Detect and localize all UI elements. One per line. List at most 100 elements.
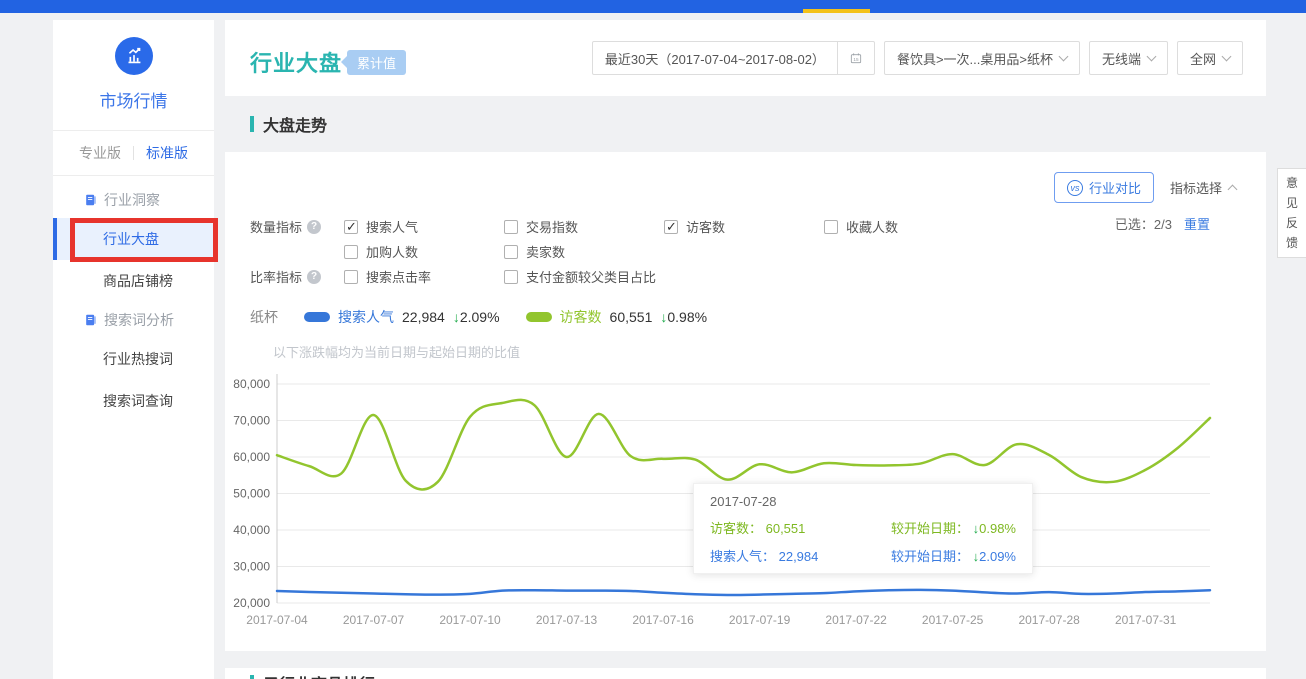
x-axis-tick-label: 2017-07-07 bbox=[343, 613, 405, 627]
section-accent-bar bbox=[250, 116, 254, 132]
legend-item-visitor-count[interactable]: 访客数60,551↓0.98% bbox=[526, 307, 708, 327]
metric-checkbox-transaction-index[interactable]: 交易指数 bbox=[504, 217, 664, 236]
sidebar-item-label: 商品店铺榜 bbox=[103, 271, 173, 291]
top-nav-bar bbox=[0, 0, 1306, 13]
tooltip-rows: 访客数： 60,551较开始日期： ↓0.98% 搜索人气： 22,984较开始日… bbox=[710, 518, 1016, 565]
category-value: 餐饮具>一次...桌用品>纸杯 bbox=[897, 49, 1053, 68]
sidebar-app-title: 市场行情 bbox=[53, 87, 214, 131]
metric-row: 比率指标? 搜索点击率 支付金额较父类目占比 bbox=[250, 264, 1054, 289]
sidebar: 市场行情 专业版标准版 行业洞察行业大盘商品店铺榜搜索词分析行业热搜词搜索词查询 bbox=[53, 20, 214, 679]
checkbox-unchecked-icon[interactable] bbox=[504, 220, 518, 234]
selected-count: 已选：2/3 bbox=[1115, 214, 1172, 233]
calendar-icon[interactable]: 15 bbox=[837, 42, 874, 74]
help-icon[interactable]: ? bbox=[307, 270, 321, 284]
legend-change: ↓2.09% bbox=[453, 309, 500, 325]
metric-checkbox-favorite-count[interactable]: 收藏人数 bbox=[824, 217, 1054, 236]
checkbox-unchecked-icon[interactable] bbox=[344, 245, 358, 259]
version-tabs: 专业版标准版 bbox=[53, 131, 214, 176]
checkbox-checked-icon[interactable] bbox=[344, 220, 358, 234]
sidebar-item-industry-hot-search[interactable]: 行业热搜词 bbox=[53, 338, 214, 380]
version-tab-pro[interactable]: 专业版 bbox=[67, 143, 133, 163]
category-dropdown[interactable]: 餐饮具>一次...桌用品>纸杯 bbox=[884, 41, 1080, 75]
y-axis-tick-label: 40,000 bbox=[233, 523, 270, 537]
reset-link[interactable]: 重置 bbox=[1184, 214, 1210, 233]
metric-row: 数量指标?搜索人气交易指数 访客数 收藏人数 bbox=[250, 214, 1054, 239]
y-axis-tick-label: 70,000 bbox=[233, 414, 270, 428]
legend-series-name: 搜索人气 bbox=[338, 307, 394, 327]
cumulative-badge: 累计值 bbox=[347, 50, 406, 75]
sidebar-header: 市场行情 bbox=[53, 20, 214, 131]
y-axis-tick-label: 80,000 bbox=[233, 377, 270, 391]
metric-select-label: 指标选择 bbox=[1170, 178, 1222, 197]
chevron-down-icon bbox=[1147, 52, 1157, 62]
y-axis-tick-label: 20,000 bbox=[233, 596, 270, 610]
y-axis-tick-label: 60,000 bbox=[233, 450, 270, 464]
metric-select-toggle[interactable]: 指标选择 bbox=[1170, 178, 1236, 197]
checkbox-unchecked-icon[interactable] bbox=[504, 245, 518, 259]
svg-text:15: 15 bbox=[853, 57, 859, 62]
industry-compare-button[interactable]: vs 行业对比 bbox=[1054, 172, 1154, 203]
ratio-metrics-label: 比率指标? bbox=[250, 267, 344, 286]
page-header: 行业大盘 累计值 最近30天（2017-07-04~2017-08-02） 15… bbox=[225, 20, 1266, 96]
metric-row: 加购人数 卖家数 bbox=[250, 239, 1054, 264]
x-axis-tick-label: 2017-07-28 bbox=[1018, 613, 1080, 627]
version-tab-standard[interactable]: 标准版 bbox=[134, 143, 200, 163]
next-section-title: 子行业商品排行 bbox=[250, 671, 375, 679]
date-range-picker[interactable]: 最近30天（2017-07-04~2017-08-02） 15 bbox=[592, 41, 875, 75]
legend-swatch bbox=[304, 312, 330, 322]
tooltip-row: 搜索人气： 22,984较开始日期： ↓2.09% bbox=[710, 546, 1016, 565]
sidebar-item-label: 行业热搜词 bbox=[103, 349, 173, 369]
y-axis-tick-label: 50,000 bbox=[233, 487, 270, 501]
market-trend-icon bbox=[115, 37, 153, 75]
series-line-访客数 bbox=[277, 400, 1210, 490]
book-icon bbox=[84, 313, 98, 327]
sidebar-menu: 行业洞察行业大盘商品店铺榜搜索词分析行业热搜词搜索词查询 bbox=[53, 176, 214, 422]
sidebar-item-search-term-query[interactable]: 搜索词查询 bbox=[53, 380, 214, 422]
metric-checkbox-visitor-count[interactable]: 访客数 bbox=[664, 217, 824, 236]
feedback-tab[interactable]: 意见反馈 bbox=[1277, 168, 1306, 258]
chevron-down-icon bbox=[1222, 52, 1232, 62]
next-section-title-text: 子行业商品排行 bbox=[263, 671, 375, 679]
quantity-metrics-label: 数量指标? bbox=[250, 217, 344, 236]
checkbox-unchecked-icon[interactable] bbox=[504, 270, 518, 284]
x-axis-tick-label: 2017-07-10 bbox=[439, 613, 501, 627]
sidebar-item-product-shop-ranking[interactable]: 商品店铺榜 bbox=[53, 260, 214, 302]
x-axis-tick-label: 2017-07-13 bbox=[536, 613, 598, 627]
series-line-搜索人气 bbox=[277, 590, 1210, 595]
arrow-down-icon: ↓ bbox=[453, 309, 460, 325]
sidebar-group-search-term-analysis: 搜索词分析 bbox=[53, 302, 214, 338]
sidebar-group-label: 行业洞察 bbox=[104, 190, 160, 210]
scope-dropdown[interactable]: 全网 bbox=[1177, 41, 1243, 75]
metric-label: 搜索点击率 bbox=[366, 267, 431, 286]
metric-label: 访客数 bbox=[686, 217, 725, 236]
scope-value: 全网 bbox=[1190, 49, 1216, 68]
metric-checkbox-search-popularity[interactable]: 搜索人气 bbox=[344, 217, 504, 236]
metric-label: 加购人数 bbox=[366, 242, 418, 261]
terminal-value: 无线端 bbox=[1102, 49, 1141, 68]
tooltip-row: 访客数： 60,551较开始日期： ↓0.98% bbox=[710, 518, 1016, 537]
checkbox-unchecked-icon[interactable] bbox=[344, 270, 358, 284]
metric-checkbox-add-cart-count[interactable]: 加购人数 bbox=[344, 242, 504, 261]
tooltip-date: 2017-07-28 bbox=[710, 494, 1016, 509]
legend-item-search-popularity[interactable]: 搜索人气22,984↓2.09% bbox=[304, 307, 500, 327]
metric-checkbox-search-ctr[interactable]: 搜索点击率 bbox=[344, 267, 504, 286]
metric-label: 卖家数 bbox=[526, 242, 565, 261]
help-icon[interactable]: ? bbox=[307, 220, 321, 234]
page-title: 行业大盘 bbox=[250, 46, 342, 78]
filter-toolbar: 最近30天（2017-07-04~2017-08-02） 15 餐饮具>一次..… bbox=[592, 41, 1243, 75]
terminal-dropdown[interactable]: 无线端 bbox=[1089, 41, 1168, 75]
industry-compare-label: 行业对比 bbox=[1089, 178, 1141, 197]
chart-legend: 纸杯 搜索人气22,984↓2.09%访客数60,551↓0.98% bbox=[250, 307, 707, 327]
page: { "header": { "bar_color": "#2263e2", "t… bbox=[0, 0, 1306, 679]
y-axis-tick-label: 30,000 bbox=[233, 560, 270, 574]
checkbox-checked-icon[interactable] bbox=[664, 220, 678, 234]
metric-checkbox-payment-ratio-parent[interactable]: 支付金额较父类目占比 bbox=[504, 267, 664, 286]
chevron-down-icon bbox=[1059, 52, 1069, 62]
checkbox-unchecked-icon[interactable] bbox=[824, 220, 838, 234]
vs-icon: vs bbox=[1067, 180, 1083, 196]
date-range-label[interactable]: 最近30天（2017-07-04~2017-08-02） bbox=[593, 42, 837, 74]
metric-checkbox-seller-count[interactable]: 卖家数 bbox=[504, 242, 664, 261]
legend-series-value: 60,551 bbox=[610, 309, 653, 325]
sidebar-item-industry-overview[interactable]: 行业大盘 bbox=[53, 218, 214, 260]
chart-note: 以下涨跌幅均为当前日期与起始日期的比值 bbox=[273, 342, 520, 361]
